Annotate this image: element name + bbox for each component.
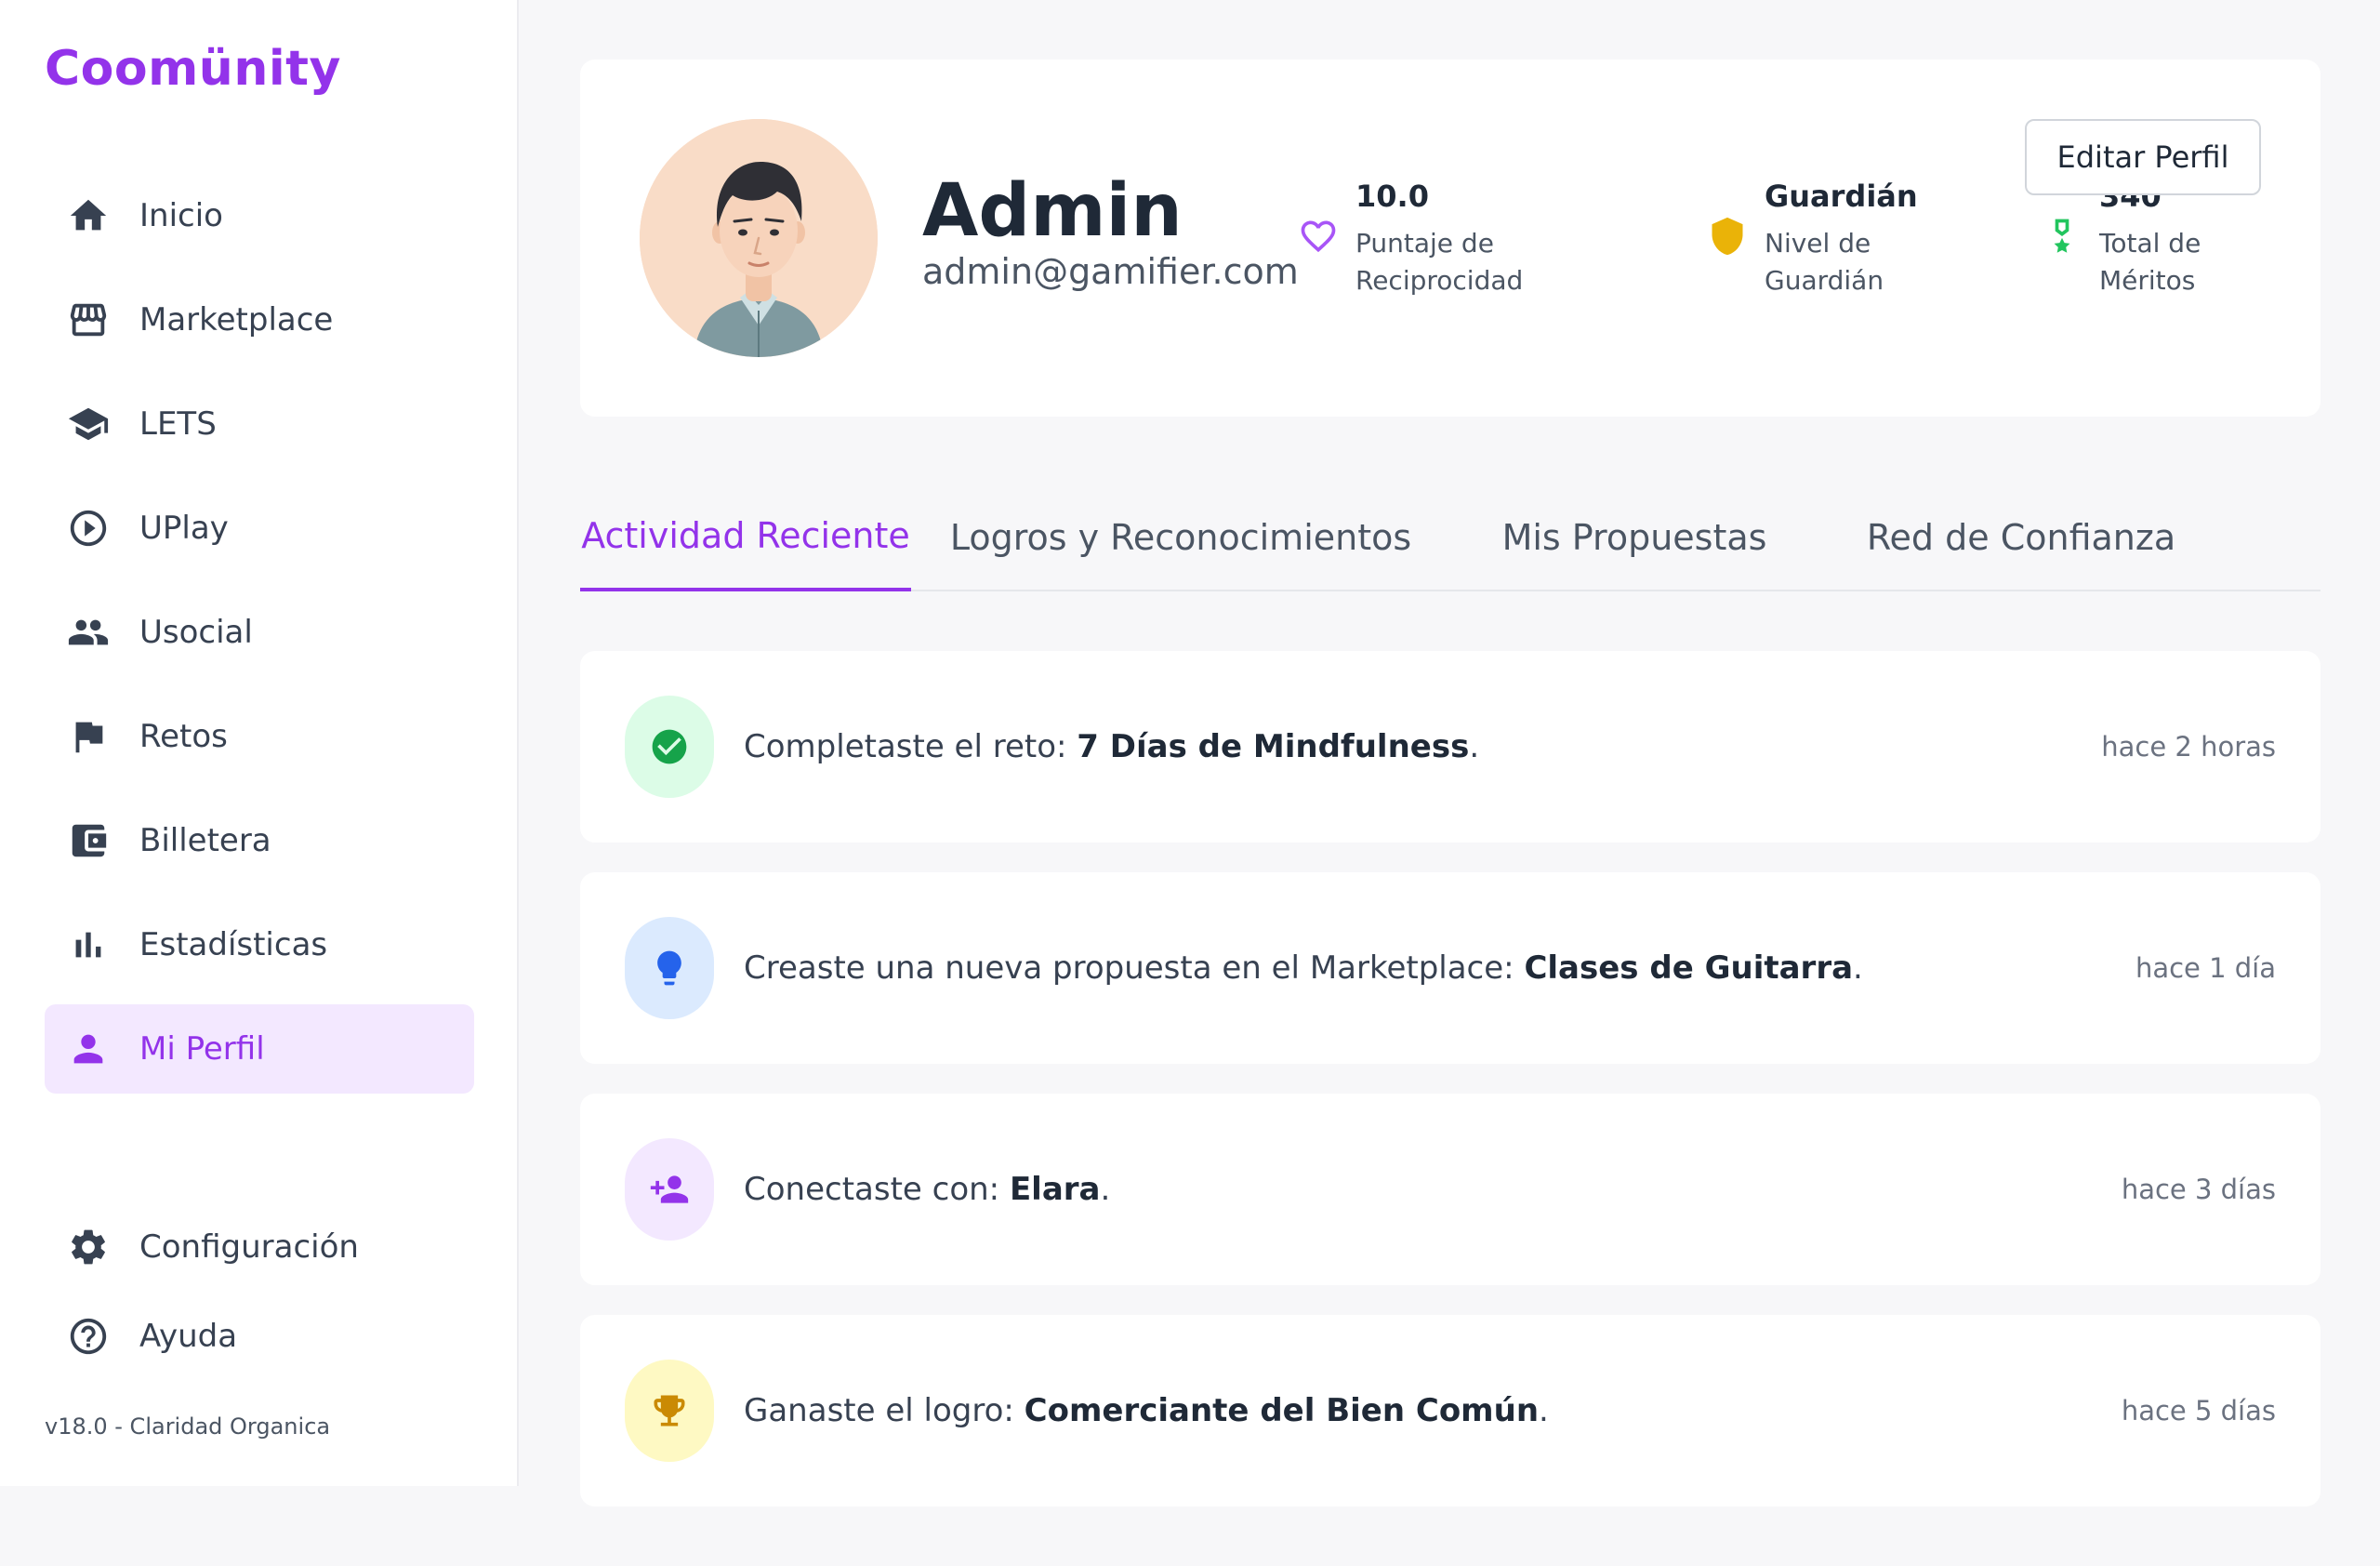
sidebar-item-inicio[interactable]: Inicio xyxy=(45,171,474,260)
sidebar-item-usocial[interactable]: Usocial xyxy=(45,588,474,677)
sidebar-item-estadisticas[interactable]: Estadísticas xyxy=(45,900,474,989)
profile-email: admin@gamifier.com xyxy=(922,251,1299,292)
activity-item[interactable]: Completaste el reto: 7 Días de Mindfulne… xyxy=(580,651,2320,843)
sidebar-item-marketplace[interactable]: Marketplace xyxy=(45,275,474,365)
activity-highlight: 7 Días de Mindfulness xyxy=(1077,728,1470,765)
sidebar-item-label: Billetera xyxy=(139,822,271,859)
activity-icon-badge xyxy=(625,696,714,798)
sidebar-item-billetera[interactable]: Billetera xyxy=(45,796,474,885)
sidebar-item-label: Retos xyxy=(139,718,228,755)
heart-icon xyxy=(1298,216,1339,257)
stat-label: Nivel de Guardián xyxy=(1765,228,1884,296)
activity-item[interactable]: Ganaste el logro: Comerciante del Bien C… xyxy=(580,1315,2320,1506)
play-circle-icon xyxy=(67,507,110,550)
activity-prefix: Completaste el reto: xyxy=(744,728,1067,765)
lightbulb-icon xyxy=(657,950,681,986)
sidebar-item-configuracion[interactable]: Configuración xyxy=(45,1202,474,1292)
shield-icon xyxy=(1707,216,1748,257)
sidebar-item-label: LETS xyxy=(139,405,217,443)
check-circle-icon xyxy=(652,729,687,764)
tab-red-de-confianza[interactable]: Red de Confianza xyxy=(1826,484,2216,591)
profile-tabs: Actividad Reciente Logros y Reconocimien… xyxy=(580,484,2320,591)
flag-icon xyxy=(67,715,110,758)
activity-suffix: . xyxy=(1469,728,1480,765)
activity-icon-badge xyxy=(625,1360,714,1462)
stat-label: Total de Méritos xyxy=(2099,228,2202,296)
sidebar-item-label: Usocial xyxy=(139,614,253,651)
sidebar-item-label: Mi Perfil xyxy=(139,1030,265,1068)
gear-icon xyxy=(67,1226,110,1268)
activity-item[interactable]: Creaste una nueva propuesta en el Market… xyxy=(580,872,2320,1064)
activity-item[interactable]: Conectaste con: Elara. hace 3 días xyxy=(580,1094,2320,1285)
activity-highlight: Comerciante del Bien Común xyxy=(1024,1392,1540,1429)
activity-time: hace 2 horas xyxy=(2101,731,2276,763)
sidebar-item-label: Inicio xyxy=(139,197,223,234)
avatar xyxy=(640,119,878,357)
brand-logo[interactable]: Coomünity xyxy=(45,41,341,97)
tab-actividad-reciente[interactable]: Actividad Reciente xyxy=(580,484,911,591)
activity-suffix: . xyxy=(1853,949,1863,987)
sidebar-bottom-nav: Configuración Ayuda xyxy=(45,1202,474,1381)
tab-mis-propuestas[interactable]: Mis Propuestas xyxy=(1450,484,1818,591)
person-add-icon xyxy=(650,1175,689,1203)
sidebar-item-label: Configuración xyxy=(139,1228,359,1266)
sidebar-nav: Inicio Marketplace LETS UPlay Usocial Re… xyxy=(45,171,474,1108)
activity-icon-badge xyxy=(625,917,714,1019)
store-icon xyxy=(67,299,110,341)
activity-time: hace 3 días xyxy=(2121,1174,2276,1205)
sidebar-item-mi-perfil[interactable]: Mi Perfil xyxy=(45,1004,474,1094)
sidebar-item-label: Marketplace xyxy=(139,301,334,338)
trophy-icon xyxy=(654,1395,685,1427)
activity-highlight: Clases de Guitarra xyxy=(1524,949,1854,987)
sidebar-item-retos[interactable]: Retos xyxy=(45,692,474,781)
activity-icon-badge xyxy=(625,1138,714,1241)
bar-chart-icon xyxy=(67,923,110,966)
app-version: v18.0 - Claridad Organica xyxy=(45,1413,331,1440)
sidebar: Coomünity Inicio Marketplace LETS UPlay xyxy=(0,0,519,1486)
stat-value: Guardián xyxy=(1765,179,1918,214)
activity-suffix: . xyxy=(1100,1171,1111,1208)
wallet-icon xyxy=(67,819,110,862)
sidebar-item-ayuda[interactable]: Ayuda xyxy=(45,1292,474,1381)
sidebar-item-label: Ayuda xyxy=(139,1318,238,1355)
stat-value: 10.0 xyxy=(1355,179,1429,214)
school-icon xyxy=(67,403,110,445)
activity-time: hace 1 día xyxy=(2135,952,2276,984)
tab-logros[interactable]: Logros y Reconocimientos xyxy=(950,484,1411,591)
edit-profile-button[interactable]: Editar Perfil xyxy=(2025,119,2261,195)
activity-text: Ganaste el logro: Comerciante del Bien C… xyxy=(744,1315,1549,1506)
activity-text: Creaste una nueva propuesta en el Market… xyxy=(744,872,1863,1064)
profile-name: Admin xyxy=(922,169,1183,253)
medal-icon xyxy=(2042,216,2082,257)
activity-suffix: . xyxy=(1539,1392,1549,1429)
activity-text: Completaste el reto: 7 Días de Mindfulne… xyxy=(744,651,1479,843)
avatar-illustration xyxy=(640,119,878,357)
activity-prefix: Conectaste con: xyxy=(744,1171,1000,1208)
activity-prefix: Creaste una nueva propuesta en el Market… xyxy=(744,949,1514,987)
activity-time: hace 5 días xyxy=(2121,1395,2276,1427)
sidebar-item-label: UPlay xyxy=(139,510,229,547)
person-icon xyxy=(67,1028,110,1070)
sidebar-item-uplay[interactable]: UPlay xyxy=(45,484,474,573)
profile-card: Admin admin@gamifier.com 10.0 Puntaje de… xyxy=(580,60,2320,417)
activity-text: Conectaste con: Elara. xyxy=(744,1094,1110,1285)
stat-label: Puntaje de Reciprocidad xyxy=(1355,228,1524,296)
people-icon xyxy=(67,611,110,654)
activity-prefix: Ganaste el logro: xyxy=(744,1392,1014,1429)
home-icon xyxy=(67,194,110,237)
activity-highlight: Elara xyxy=(1009,1171,1101,1208)
help-icon xyxy=(67,1315,110,1358)
sidebar-item-lets[interactable]: LETS xyxy=(45,379,474,469)
sidebar-item-label: Estadísticas xyxy=(139,926,328,963)
